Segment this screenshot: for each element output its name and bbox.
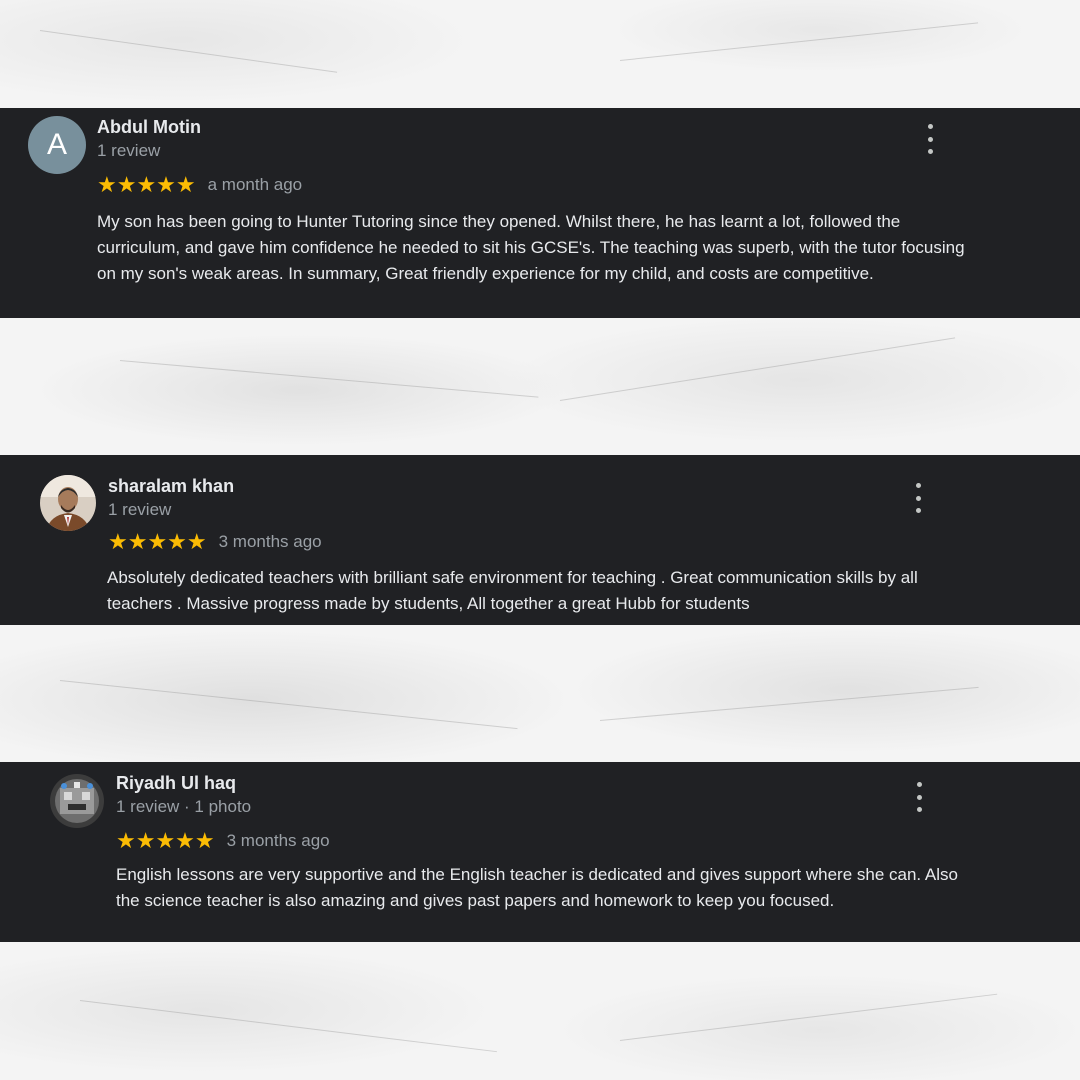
avatar[interactable] [40, 475, 96, 531]
star-rating: ★★★★★ [97, 172, 196, 197]
more-dot [916, 794, 922, 800]
avatar[interactable] [50, 774, 104, 828]
reviewer-review-count[interactable]: 1 review [108, 500, 171, 520]
review-card: sharalam khan 1 review ★★★★★ 3 months ag… [0, 455, 1080, 625]
avatar-photo [50, 774, 104, 828]
rating-row: ★★★★★ 3 months ago [108, 531, 322, 553]
avatar-initial: A [46, 128, 67, 161]
review-text: Absolutely dedicated teachers with brill… [107, 568, 918, 613]
review-text: My son has been going to Hunter Tutoring… [97, 212, 965, 283]
avatar-photo [40, 475, 96, 531]
star-rating: ★★★★★ [116, 828, 215, 853]
marble-vein [79, 1000, 497, 1053]
more-vertical-icon[interactable] [926, 124, 934, 154]
marble-vein [599, 686, 979, 721]
marble-vein [619, 22, 979, 61]
more-dot [915, 508, 921, 513]
more-dot [915, 483, 921, 488]
reviewer-name[interactable]: sharalam khan [108, 476, 234, 497]
review-card: Riyadh Ul haq 1 review · 1 photo ★★★★★ 3… [0, 762, 1080, 942]
more-vertical-icon[interactable] [915, 782, 923, 812]
review-time: 3 months ago [226, 831, 330, 850]
more-dot [916, 807, 922, 812]
more-dot [927, 136, 933, 142]
more-dot [915, 495, 921, 501]
star-rating: ★★★★★ [108, 529, 207, 554]
rating-row: ★★★★★ a month ago [97, 174, 302, 196]
review-card: A Abdul Motin 1 review ★★★★★ a month ago… [0, 108, 1080, 318]
marble-vein [119, 360, 539, 398]
avatar[interactable]: A [28, 116, 86, 174]
rating-row: ★★★★★ 3 months ago [116, 830, 330, 852]
more-vertical-icon[interactable] [914, 483, 922, 513]
marble-vein [39, 30, 338, 73]
marble-vein [559, 337, 956, 401]
reviewer-review-count[interactable]: 1 review · 1 photo [116, 797, 251, 817]
review-time: a month ago [207, 175, 303, 194]
more-dot [927, 149, 933, 154]
more-dot [927, 124, 933, 129]
marble-vein [59, 680, 518, 730]
reviewer-name[interactable]: Abdul Motin [97, 117, 201, 138]
review-text: English lessons are very supportive and … [116, 865, 958, 910]
more-dot [916, 782, 922, 787]
reviewer-review-count[interactable]: 1 review [97, 141, 160, 161]
reviewer-name[interactable]: Riyadh Ul haq [116, 773, 236, 794]
review-time: 3 months ago [218, 532, 322, 551]
marble-vein [619, 993, 998, 1041]
